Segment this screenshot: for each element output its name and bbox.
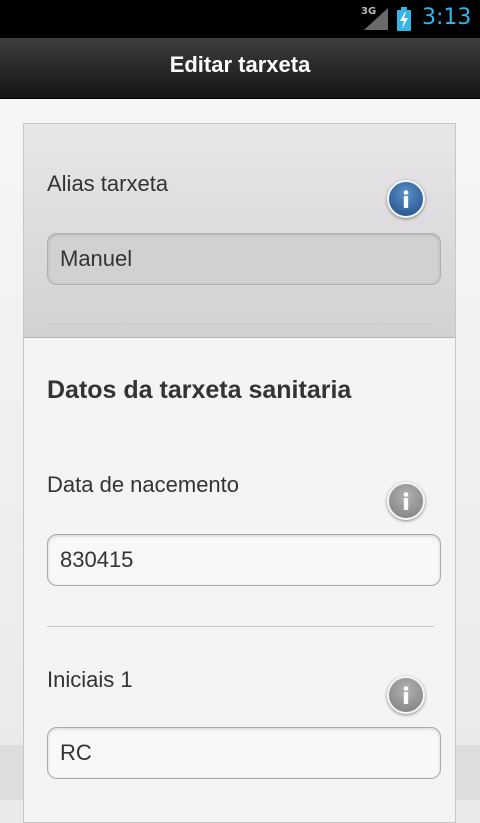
page-title: Editar tarxeta — [169, 52, 311, 77]
birth-date-label: Data de nacemento — [47, 472, 240, 497]
initials1-input[interactable]: RC — [47, 727, 441, 779]
info-icon — [403, 686, 409, 704]
divider — [47, 626, 434, 627]
alias-info-button[interactable] — [387, 180, 425, 218]
clock: 3:13 — [422, 5, 472, 30]
birth-date-info-button[interactable] — [387, 482, 425, 520]
alias-panel: Alias tarxeta Manuel — [24, 124, 455, 338]
info-icon — [403, 190, 409, 208]
alias-label: Alias tarxeta — [47, 171, 169, 196]
divider — [47, 324, 434, 325]
status-bar: 3G 3:13 — [0, 0, 480, 38]
initials1-label: Iniciais 1 — [47, 667, 133, 692]
info-icon — [403, 492, 409, 510]
battery-charging-icon — [397, 7, 411, 31]
birth-date-input[interactable]: 830415 — [47, 534, 441, 586]
edit-card-form: Alias tarxeta Manuel Datos da tarxeta sa… — [23, 123, 456, 823]
alias-input[interactable]: Manuel — [47, 233, 441, 285]
action-bar: Editar tarxeta — [0, 38, 480, 99]
signal-icon — [364, 8, 388, 30]
section-title: Datos da tarxeta sanitaria — [47, 376, 352, 404]
initials1-info-button[interactable] — [387, 676, 425, 714]
